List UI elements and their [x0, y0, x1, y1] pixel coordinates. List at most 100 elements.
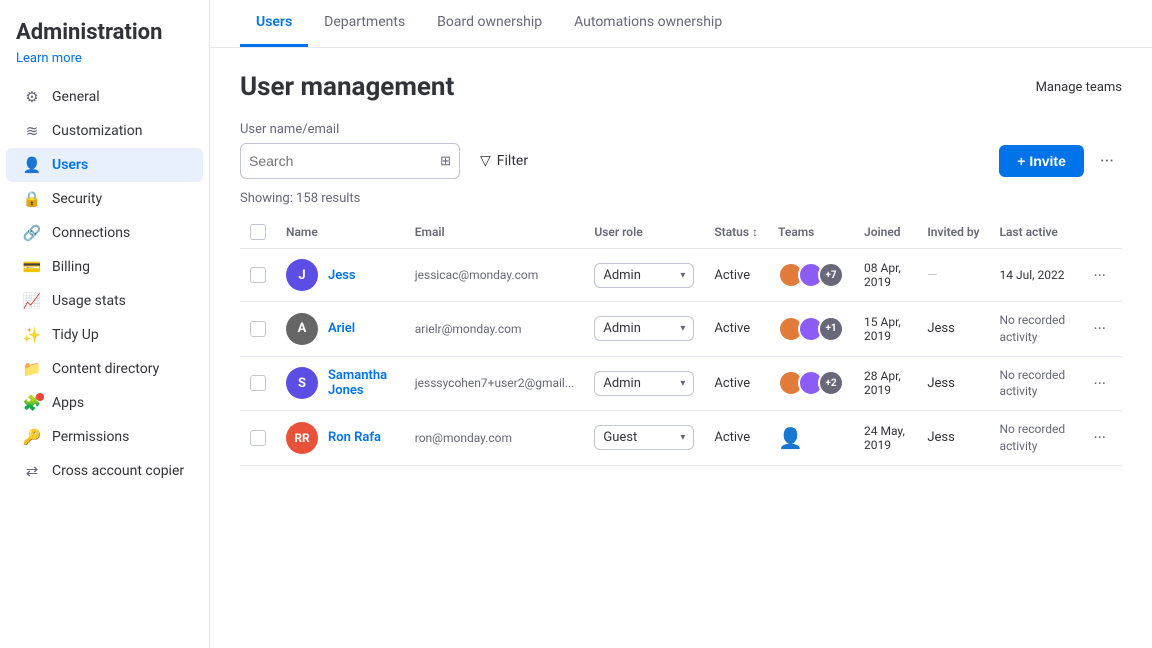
sidebar-item-billing[interactable]: 💳 Billing [6, 250, 203, 284]
left-controls: ⊞ ▽ Filter [240, 143, 538, 179]
user-invited-by: Jess [917, 411, 989, 466]
usage-stats-icon: 📈 [22, 291, 42, 311]
user-joined: 08 Apr, 2019 [854, 249, 917, 302]
tab-board-ownership[interactable]: Board ownership [421, 0, 558, 47]
table-row: A Ariel arielr@monday.com Admin ▾ Active+115 … [240, 302, 1122, 357]
col-header-name: Name [276, 216, 405, 249]
user-status: Active [704, 356, 768, 411]
results-count: Showing: 158 results [240, 191, 1122, 206]
sidebar-item-general[interactable]: ⚙General [6, 80, 203, 114]
invite-button[interactable]: + Invite [999, 145, 1084, 177]
filter-button[interactable]: ▽ Filter [470, 147, 538, 175]
sidebar-item-connections[interactable]: 🔗Connections [6, 216, 203, 250]
sidebar-item-content-directory[interactable]: 📁Content directory [6, 352, 203, 386]
apps-badge-dot [36, 393, 44, 401]
tab-departments[interactable]: Departments [308, 0, 421, 47]
row-checkbox[interactable] [250, 375, 266, 391]
user-invited-by: Jess [917, 356, 989, 411]
sidebar-item-tidy-up[interactable]: ✨Tidy Up [6, 318, 203, 352]
grid-icon[interactable]: ⊞ [440, 154, 451, 169]
user-status: Active [704, 302, 768, 357]
role-value: Admin [603, 268, 641, 283]
billing-icon: 💳 [22, 257, 42, 277]
user-joined: 15 Apr, 2019 [854, 302, 917, 357]
row-more-button[interactable]: ··· [1087, 317, 1112, 340]
user-joined: 28 Apr, 2019 [854, 356, 917, 411]
top-nav: UsersDepartmentsBoard ownershipAutomatio… [210, 0, 1152, 48]
user-status: Active [704, 411, 768, 466]
sidebar-item-label-apps: Apps [52, 395, 84, 411]
user-name-link[interactable]: Ariel [328, 321, 355, 336]
manage-teams-link[interactable]: Manage teams [1036, 80, 1122, 95]
user-email: arielr@monday.com [405, 302, 585, 357]
more-options-button[interactable]: ··· [1092, 147, 1122, 176]
user-last-active: No recorded activity [990, 411, 1078, 466]
role-dropdown[interactable]: Admin▾ [594, 371, 694, 396]
main-content: UsersDepartmentsBoard ownershipAutomatio… [210, 0, 1152, 648]
chevron-down-icon: ▾ [680, 323, 685, 334]
sidebar-title: Administration [0, 20, 209, 51]
role-value: Guest [603, 430, 637, 445]
user-avatar: S [286, 367, 318, 399]
filter-label: Filter [497, 153, 528, 169]
permissions-icon: 🔑 [22, 427, 42, 447]
user-teams: +1 [768, 302, 854, 357]
role-value: Admin [603, 321, 641, 336]
sidebar-item-label-billing: Billing [52, 259, 90, 275]
user-name-link[interactable]: Samantha Jones [328, 368, 395, 398]
row-more-button[interactable]: ··· [1087, 372, 1112, 395]
role-dropdown[interactable]: Admin▾ [594, 263, 694, 288]
user-email: jesssycohen7+user2@gmail... [405, 356, 585, 411]
tab-automations-ownership[interactable]: Automations ownership [558, 0, 738, 47]
select-all-checkbox[interactable] [250, 224, 266, 240]
sidebar-item-security[interactable]: 🔒Security [6, 182, 203, 216]
content-directory-icon: 📁 [22, 359, 42, 379]
table-row: S Samantha Jones jesssycohen7+user2@gmail.… [240, 356, 1122, 411]
row-more-button[interactable]: ··· [1087, 264, 1112, 287]
sidebar-item-apps[interactable]: 🧩Apps [6, 386, 203, 420]
row-checkbox[interactable] [250, 267, 266, 283]
sidebar-item-customization[interactable]: ≋Customization [6, 114, 203, 148]
sidebar-learn-more[interactable]: Learn more [0, 51, 209, 80]
col-header-email: Email [405, 216, 585, 249]
role-dropdown[interactable]: Admin ▾ [594, 316, 694, 341]
tab-users[interactable]: Users [240, 0, 308, 47]
search-section: User name/email ⊞ ▽ Filter + Invite ··· [240, 122, 1122, 179]
no-team-icon: 👤 [778, 426, 803, 450]
user-cell: A Ariel [286, 313, 395, 345]
row-checkbox[interactable] [250, 321, 266, 337]
user-avatar: J [286, 259, 318, 291]
search-box[interactable]: ⊞ [240, 143, 460, 179]
tidy-up-icon: ✨ [22, 325, 42, 345]
users-table: NameEmailUser roleStatus ↕TeamsJoinedInv… [240, 216, 1122, 466]
col-header-teams: Teams [768, 216, 854, 249]
row-more-button[interactable]: ··· [1087, 426, 1112, 449]
page-header: User management Manage teams [240, 72, 1122, 102]
sidebar-item-label-connections: Connections [52, 225, 130, 241]
user-avatar: RR [286, 422, 318, 454]
cross-account-copier-icon: ⇄ [22, 461, 42, 481]
user-joined: 24 May, 2019 [854, 411, 917, 466]
col-header-user-role: User role [584, 216, 704, 249]
filter-icon: ▽ [480, 153, 491, 169]
sidebar-item-label-customization: Customization [52, 123, 142, 139]
user-avatar: A [286, 313, 318, 345]
role-dropdown[interactable]: Guest▾ [594, 425, 694, 450]
row-checkbox[interactable] [250, 430, 266, 446]
search-label: User name/email [240, 122, 1122, 137]
sidebar-item-usage-stats[interactable]: 📈Usage stats [6, 284, 203, 318]
page-title: User management [240, 72, 454, 102]
sidebar-item-cross-account-copier[interactable]: ⇄Cross account copier [6, 454, 203, 488]
user-name-link[interactable]: Jess [328, 268, 356, 283]
sidebar-item-users[interactable]: 👤Users [6, 148, 203, 182]
sidebar-item-label-security: Security [52, 191, 102, 207]
user-name-link[interactable]: Ron Rafa [328, 430, 381, 445]
sidebar-item-permissions[interactable]: 🔑Permissions [6, 420, 203, 454]
user-last-active: No recorded activity [990, 302, 1078, 357]
user-teams: +2 [768, 356, 854, 411]
user-cell: S Samantha Jones [286, 367, 395, 399]
user-invited-by: Jess [917, 302, 989, 357]
sidebar-item-label-general: General [52, 89, 100, 105]
search-input[interactable] [249, 153, 436, 169]
col-header-joined: Joined [854, 216, 917, 249]
